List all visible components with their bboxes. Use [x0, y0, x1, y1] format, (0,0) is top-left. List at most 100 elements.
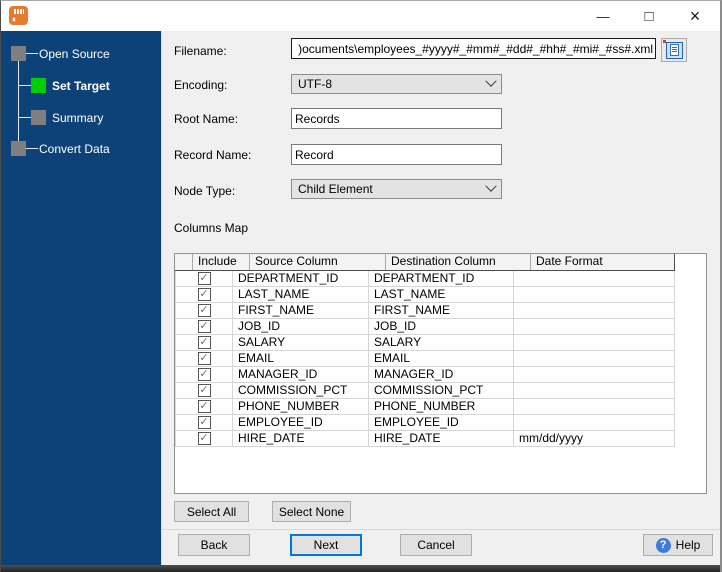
help-button[interactable]: ? Help — [643, 534, 713, 556]
include-cell[interactable]: ✓ — [176, 383, 233, 398]
destination-column-cell[interactable]: FIRST_NAME — [369, 303, 514, 318]
sidebar-step-convert-data: Convert Data — [11, 141, 110, 156]
include-checkbox[interactable]: ✓ — [197, 304, 211, 317]
step-marker-icon — [31, 110, 46, 125]
node-type-select[interactable]: Child Element — [291, 179, 502, 199]
columns-map-body: ✓ DEPARTMENT_ID DEPARTMENT_ID ✓ LAST_NAM… — [175, 271, 675, 447]
date-format-cell[interactable] — [514, 367, 674, 382]
table-row[interactable]: ✓ EMPLOYEE_ID EMPLOYEE_ID — [175, 415, 674, 431]
source-column-cell[interactable]: SALARY — [233, 335, 369, 350]
table-row[interactable]: ✓ SALARY SALARY — [175, 335, 674, 351]
close-button[interactable]: × — [672, 1, 718, 31]
window-controls: — □ × — [580, 1, 718, 31]
source-column-cell[interactable]: COMMISSION_PCT — [233, 383, 369, 398]
encoding-select[interactable]: UTF-8 — [291, 74, 502, 94]
include-checkbox[interactable]: ✓ — [197, 288, 211, 301]
step-connector-line — [18, 85, 32, 86]
source-column-cell[interactable]: MANAGER_ID — [233, 367, 369, 382]
step-marker-icon — [31, 78, 46, 93]
date-format-cell[interactable] — [514, 303, 674, 318]
table-row[interactable]: ✓ COMMISSION_PCT COMMISSION_PCT — [175, 383, 674, 399]
columns-map-header: Include Source Column Destination Column… — [175, 254, 675, 271]
source-column-cell[interactable]: JOB_ID — [233, 319, 369, 334]
date-format-cell[interactable] — [514, 399, 674, 414]
destination-column-cell[interactable]: EMPLOYEE_ID — [369, 415, 514, 430]
include-checkbox[interactable]: ✓ — [197, 400, 211, 413]
destination-column-cell[interactable]: PHONE_NUMBER — [369, 399, 514, 414]
table-row[interactable]: ✓ LAST_NAME LAST_NAME — [175, 287, 674, 303]
include-cell[interactable]: ✓ — [176, 287, 233, 302]
include-checkbox[interactable]: ✓ — [197, 416, 211, 429]
table-row[interactable]: ✓ EMAIL EMAIL — [175, 351, 674, 367]
date-format-cell[interactable] — [514, 415, 674, 430]
date-format-cell[interactable]: mm/dd/yyyy — [514, 431, 674, 446]
select-all-button[interactable]: Select All — [174, 501, 249, 522]
next-button[interactable]: Next — [290, 534, 362, 556]
app-icon[interactable] — [9, 6, 28, 25]
include-cell[interactable]: ✓ — [176, 431, 233, 446]
include-cell[interactable]: ✓ — [176, 335, 233, 350]
destination-column-cell[interactable]: LAST_NAME — [369, 287, 514, 302]
node-type-value: Child Element — [298, 182, 373, 196]
date-format-cell[interactable] — [514, 351, 674, 366]
table-row[interactable]: ✓ PHONE_NUMBER PHONE_NUMBER — [175, 399, 674, 415]
minimize-button[interactable]: — — [580, 1, 626, 31]
destination-column-cell[interactable]: EMAIL — [369, 351, 514, 366]
source-column-cell[interactable]: LAST_NAME — [233, 287, 369, 302]
include-cell[interactable]: ✓ — [176, 271, 233, 286]
date-format-cell[interactable] — [514, 383, 674, 398]
include-checkbox[interactable]: ✓ — [197, 272, 211, 285]
filename-input[interactable]: )ocuments\employees_#yyyy#_#mm#_#dd#_#hh… — [291, 38, 656, 59]
destination-column-cell[interactable]: COMMISSION_PCT — [369, 383, 514, 398]
source-column-cell[interactable]: EMAIL — [233, 351, 369, 366]
table-row[interactable]: ✓ MANAGER_ID MANAGER_ID — [175, 367, 674, 383]
include-cell[interactable]: ✓ — [176, 319, 233, 334]
window-bottom-shadow — [1, 565, 720, 572]
include-cell[interactable]: ✓ — [176, 415, 233, 430]
date-format-cell[interactable] — [514, 287, 674, 302]
include-cell[interactable]: ✓ — [176, 367, 233, 382]
sidebar-step-label: Open Source — [39, 46, 110, 61]
cancel-button[interactable]: Cancel — [400, 534, 472, 556]
table-row[interactable]: ✓ FIRST_NAME FIRST_NAME — [175, 303, 674, 319]
root-name-input[interactable] — [291, 108, 502, 129]
filename-value: )ocuments\employees_#yyyy#_#mm#_#dd#_#hh… — [298, 41, 653, 56]
destination-column-cell[interactable]: MANAGER_ID — [369, 367, 514, 382]
record-name-label: Record Name: — [174, 148, 252, 162]
source-column-cell[interactable]: HIRE_DATE — [233, 431, 369, 446]
table-row[interactable]: ✓ DEPARTMENT_ID DEPARTMENT_ID — [175, 271, 674, 287]
include-checkbox[interactable]: ✓ — [197, 336, 211, 349]
select-none-button[interactable]: Select None — [272, 501, 351, 522]
source-column-cell[interactable]: PHONE_NUMBER — [233, 399, 369, 414]
maximize-button[interactable]: □ — [626, 1, 672, 31]
destination-column-cell[interactable]: HIRE_DATE — [369, 431, 514, 446]
record-name-input[interactable] — [291, 144, 502, 165]
source-column-cell[interactable]: FIRST_NAME — [233, 303, 369, 318]
wizard-window: — □ × Open Source Set Target Summary Con… — [0, 0, 722, 572]
date-format-cell[interactable] — [514, 335, 674, 350]
include-cell[interactable]: ✓ — [176, 399, 233, 414]
date-format-cell[interactable] — [514, 319, 674, 334]
date-format-cell[interactable] — [514, 271, 674, 286]
source-column-cell[interactable]: EMPLOYEE_ID — [233, 415, 369, 430]
step-marker-icon — [11, 141, 26, 156]
table-row[interactable]: ✓ HIRE_DATE HIRE_DATE mm/dd/yyyy — [175, 431, 674, 447]
include-checkbox[interactable]: ✓ — [197, 320, 211, 333]
filename-label: Filename: — [174, 44, 227, 58]
destination-column-cell[interactable]: SALARY — [369, 335, 514, 350]
include-checkbox[interactable]: ✓ — [197, 352, 211, 365]
destination-column-cell[interactable]: JOB_ID — [369, 319, 514, 334]
browse-file-button[interactable] — [661, 38, 687, 62]
node-type-label: Node Type: — [174, 184, 236, 198]
sidebar-step-label: Set Target — [52, 78, 110, 93]
button-bar-divider — [162, 529, 720, 530]
back-button[interactable]: Back — [178, 534, 250, 556]
table-row[interactable]: ✓ JOB_ID JOB_ID — [175, 319, 674, 335]
include-cell[interactable]: ✓ — [176, 351, 233, 366]
source-column-cell[interactable]: DEPARTMENT_ID — [233, 271, 369, 286]
include-checkbox[interactable]: ✓ — [197, 432, 211, 445]
include-checkbox[interactable]: ✓ — [197, 368, 211, 381]
include-cell[interactable]: ✓ — [176, 303, 233, 318]
destination-column-cell[interactable]: DEPARTMENT_ID — [369, 271, 514, 286]
include-checkbox[interactable]: ✓ — [197, 384, 211, 397]
